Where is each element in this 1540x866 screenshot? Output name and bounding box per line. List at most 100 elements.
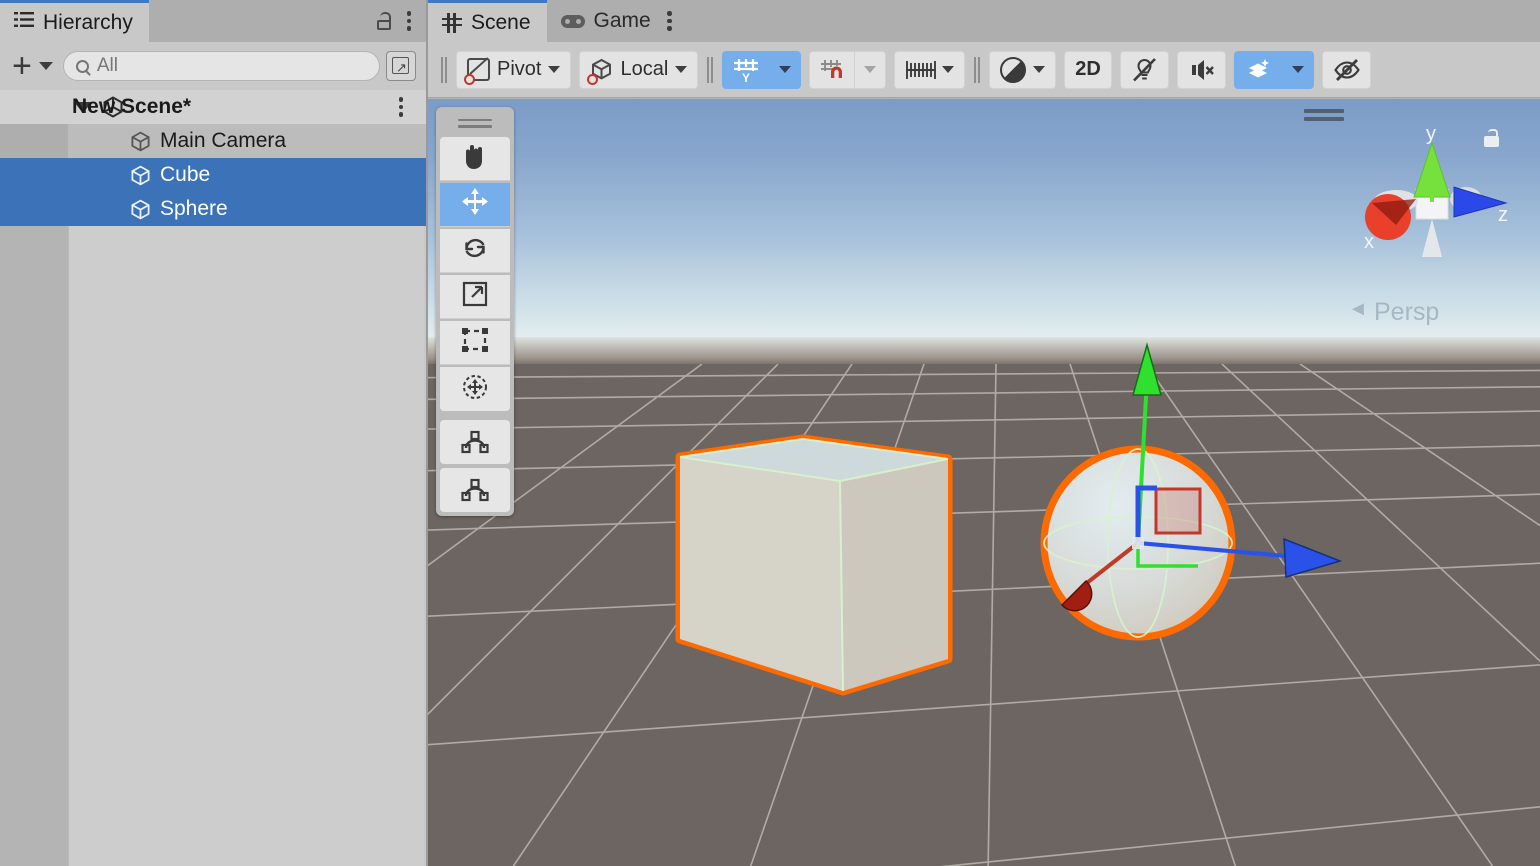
lock-open-icon[interactable] <box>376 12 392 30</box>
gizmo-axis-label-y: y <box>1426 123 1436 146</box>
projection-mode-label[interactable]: Persp <box>1374 298 1439 327</box>
hand-tool[interactable] <box>440 137 510 181</box>
hierarchy-tree: New Scene* Main Camera <box>0 90 426 226</box>
plus-icon: + <box>12 52 32 80</box>
hierarchy-scene-root[interactable]: New Scene* <box>0 90 426 124</box>
scene-orientation-gizmo[interactable]: y z x ◄ Persp <box>1338 107 1528 337</box>
gameobject-cube-icon <box>130 199 151 220</box>
hierarchy-item-label: Cube <box>160 163 210 187</box>
svg-text:Y: Y <box>742 71 750 83</box>
eye-off-icon <box>1333 57 1360 83</box>
gizmo-axis-label-z: z <box>1498 204 1508 227</box>
add-gameobject-button[interactable]: + <box>8 52 57 80</box>
rect-transform-icon <box>461 326 489 359</box>
rotate-icon <box>461 234 489 267</box>
grid-snap-magnet-icon <box>820 58 844 82</box>
persp-arrow-icon[interactable]: ◄ <box>1348 298 1368 321</box>
scene-panel: Scene Game Pivot <box>428 0 1540 866</box>
hierarchy-item-sphere[interactable]: Sphere <box>0 192 426 226</box>
kebab-menu-icon[interactable] <box>667 11 673 31</box>
tab-hierarchy[interactable]: Hierarchy <box>0 0 149 42</box>
draw-mode-button[interactable] <box>989 51 1056 89</box>
lighting-toggle-button[interactable] <box>1120 51 1169 89</box>
pivot-mode-button[interactable]: Pivot <box>456 51 571 89</box>
hierarchy-item-cube[interactable]: Cube <box>0 158 426 192</box>
tab-scene-label: Scene <box>471 11 531 35</box>
scale-tool[interactable] <box>440 275 510 319</box>
chevron-down-icon <box>1292 66 1304 73</box>
tree-empty-area[interactable] <box>68 224 424 866</box>
hierarchy-tab-actions <box>376 0 426 42</box>
grid-visibility-button[interactable]: Y <box>722 51 769 89</box>
expand-window-icon[interactable]: ↗ <box>386 51 416 81</box>
handle-space-button[interactable]: Local <box>579 51 698 89</box>
custom-editor-tool-1[interactable] <box>440 420 510 464</box>
grid-snapping-dropdown[interactable] <box>854 51 886 89</box>
row-gutter <box>0 124 68 158</box>
ruler-snap-icon <box>905 59 935 81</box>
scene-toolbar: Pivot Local <box>428 42 1540 98</box>
pivot-icon <box>467 58 490 81</box>
tab-hierarchy-label: Hierarchy <box>43 11 133 35</box>
hidden-objects-toggle-button[interactable] <box>1322 51 1371 89</box>
chevron-down-icon <box>864 66 876 73</box>
gameobject-cube-icon <box>130 165 151 186</box>
rect-tool[interactable] <box>440 321 510 365</box>
grid-visibility-dropdown[interactable] <box>769 51 801 89</box>
hierarchy-item-label: Main Camera <box>160 129 286 153</box>
chevron-down-icon <box>548 66 560 73</box>
grid-snapping-button[interactable] <box>809 51 854 89</box>
editor-tool-icon <box>461 474 489 507</box>
row-gutter <box>0 192 68 226</box>
effects-toggle-button[interactable] <box>1234 51 1282 89</box>
grid-icon <box>442 13 462 33</box>
grid-axis-y-icon: Y <box>733 57 759 83</box>
toolbar-separator <box>969 57 985 83</box>
scene-root-label: New Scene* <box>72 95 191 119</box>
search-input[interactable]: All <box>63 51 380 81</box>
scene-viewport[interactable]: y z x ◄ Persp <box>428 99 1540 866</box>
hierarchy-tabstrip: Hierarchy <box>0 0 426 42</box>
tab-game-label: Game <box>594 9 651 33</box>
snap-increment-button[interactable] <box>894 51 965 89</box>
unity-editor-window: Hierarchy + All ↗ <box>0 0 1540 866</box>
search-placeholder: All <box>97 55 118 77</box>
move-tool[interactable] <box>440 183 510 227</box>
tab-scene[interactable]: Scene <box>428 0 547 42</box>
row-gutter <box>0 158 68 192</box>
audio-mute-icon <box>1188 57 1215 83</box>
gamepad-icon <box>561 15 585 28</box>
scene-tabstrip: Scene Game <box>428 0 1540 42</box>
hierarchy-item-label: Sphere <box>160 197 228 221</box>
rotate-tool[interactable] <box>440 229 510 273</box>
gameobject-cube-icon <box>130 131 151 152</box>
hierarchy-search-row: + All ↗ <box>0 42 426 90</box>
gizmo-yz-plane-handle <box>1156 489 1200 533</box>
scene-tool-palette <box>436 107 514 516</box>
audio-toggle-button[interactable] <box>1177 51 1226 89</box>
scale-icon <box>461 280 489 313</box>
move-arrows-icon <box>461 188 489 221</box>
two-d-label: 2D <box>1075 58 1101 81</box>
kebab-menu-icon[interactable] <box>398 97 404 117</box>
chevron-down-icon <box>39 62 53 70</box>
hierarchy-panel: Hierarchy + All ↗ <box>0 0 428 866</box>
handle-space-label: Local <box>620 58 668 81</box>
chevron-down-icon <box>675 66 687 73</box>
tab-game[interactable]: Game <box>547 0 667 42</box>
chevron-down-icon <box>1033 66 1045 73</box>
hierarchy-item-main-camera[interactable]: Main Camera <box>0 124 426 158</box>
effects-dropdown[interactable] <box>1282 51 1314 89</box>
local-space-cube-icon <box>590 58 613 81</box>
editor-tool-icon <box>461 426 489 459</box>
transform-tool[interactable] <box>440 367 510 411</box>
search-icon <box>76 60 89 73</box>
toggle-2d-button[interactable]: 2D <box>1064 51 1112 89</box>
kebab-menu-icon[interactable] <box>406 11 412 31</box>
custom-editor-tool-2[interactable] <box>440 468 510 512</box>
list-icon <box>14 11 34 35</box>
pivot-label: Pivot <box>497 58 541 81</box>
drag-handle-icon[interactable] <box>440 111 510 135</box>
scene-tab-actions <box>667 0 687 42</box>
chevron-down-icon <box>942 66 954 73</box>
